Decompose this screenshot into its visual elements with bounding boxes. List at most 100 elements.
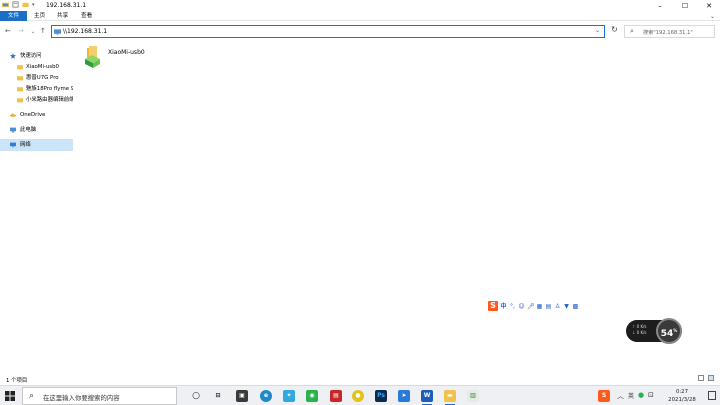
app-icon-green[interactable]: ▥ [467,390,479,402]
usage-gauge: 54% [656,318,682,344]
clock-time: 0:27 [675,389,689,395]
recent-locations-chevron-icon[interactable]: ⌄ [31,29,35,35]
network-speed-widget[interactable]: ↑ 0 K/s ↓ 0 K/s 54% [626,318,682,344]
computer-icon [10,127,16,133]
customize-toolbar-chevron-icon[interactable]: ▾ [32,2,35,8]
item-name: XiaoMi-usb0 [108,49,145,56]
tab-view[interactable]: 查看 [75,11,98,21]
nav-label: 小米路由器编辑前端 [26,97,73,103]
status-bar: 1 个项目 [0,373,720,384]
nav-item-onedrive[interactable]: OneDrive [0,109,73,121]
folder-icon [17,76,23,81]
refresh-icon[interactable]: ↻ [608,25,621,38]
folder-icon [17,87,23,92]
upload-rate: 0 K/s [636,324,647,329]
keyboard-icon[interactable]: ▦ [536,303,543,310]
app-icon-blue[interactable]: ✦ [283,390,295,402]
taskbar-search-box[interactable]: ⌕ 在这里输入你要搜索的内容 [22,387,177,405]
search-box[interactable]: ⌕ 搜索"192.168.31.1" [624,25,715,38]
nav-label: OneDrive [20,112,46,118]
ime-toolbar: S 中 °, ☺ 🎤︎ ▦ ▤ ♙ ▼ ▩ [488,300,579,312]
tab-share[interactable]: 共享 [51,11,74,21]
tray-ime-indicator[interactable]: 英 [628,391,634,400]
network-location-icon [54,29,61,35]
emoji-icon[interactable]: ☺ [518,303,525,310]
file-list: XiaoMi-usb0 [75,41,720,373]
folder-icon [17,65,23,70]
search-icon: ⌕ [29,391,35,401]
up-arrow-icon[interactable]: ↑ [40,27,46,35]
address-path: \\192.168.31.1 [63,28,108,35]
close-button[interactable]: ✕ [697,0,720,11]
store-app-icon[interactable]: ▣ [236,390,248,402]
taskbar: ⌕ 在这里输入你要搜索的内容 ○ ⊟ ▣ e ✦ ◉ ▤ ● Ps ➤ W ▬ … [0,385,720,405]
forward-arrow-icon[interactable]: → [18,27,24,35]
app-icon-arrow[interactable]: ➤ [398,390,410,402]
usage-value: 54 [660,329,674,339]
sogou-tray-icon[interactable]: S [598,390,610,402]
user-icon[interactable]: ♙ [554,303,561,310]
back-arrow-icon[interactable]: ← [5,27,11,35]
photoshop-icon[interactable]: Ps [375,390,387,402]
download-rate: 0 K/s [636,330,647,335]
explorer-icon [2,2,9,8]
taskbar-clock[interactable]: 0:27 2021/3/28 [660,388,704,404]
wechat-icon[interactable]: ◉ [306,390,318,402]
volume-tray-icon[interactable]: ⊡ [648,391,654,399]
cortana-icon[interactable]: ○ [190,390,202,402]
ribbon: 文件 主页 共享 查看 ⌄ [0,11,720,21]
address-field[interactable]: \\192.168.31.1 ⌄ [51,25,605,38]
notification-center-icon[interactable] [708,391,716,400]
minimize-button[interactable]: – [648,0,672,11]
list-item[interactable]: XiaoMi-usb0 [84,46,154,74]
nav-item-this-pc[interactable]: 此电脑 [0,124,73,136]
star-icon [10,53,16,59]
nav-item-xiaomi-router[interactable]: 小米路由器编辑前端 [0,94,73,106]
menu-grid-icon[interactable]: ▩ [572,303,579,310]
title-bar: ▾ 192.168.31.1 – ☐ ✕ [0,0,720,11]
nav-item-network[interactable]: 网络 [0,139,73,151]
file-explorer-icon[interactable]: ▬ [444,390,456,405]
new-folder-icon[interactable] [22,1,29,8]
clock-date: 2021/3/28 [668,397,696,403]
item-count: 1 个项目 [6,378,28,384]
windows-start-icon[interactable] [5,391,15,401]
ribbon-expand-icon[interactable]: ⌄ [710,13,715,20]
quick-access-toolbar: ▾ [2,1,35,8]
ime-mode-toggle[interactable]: 中 [500,303,507,310]
details-view-icon[interactable] [698,375,704,381]
search-placeholder: 搜索"192.168.31.1" [643,30,693,36]
nav-label: 此电脑 [20,127,37,133]
large-icons-view-icon[interactable] [708,375,714,381]
word-icon[interactable]: W [421,390,433,405]
app-icon-red[interactable]: ▤ [330,390,342,402]
navigation-pane: 快速访问 XiaoMi-usb0 惠普U7G Pro 魅族18Pro flyme… [0,45,73,373]
skin-icon[interactable]: ▼ [563,303,570,310]
wechat-tray-icon[interactable]: ● [638,391,644,399]
nav-label: 网络 [20,142,31,148]
search-icon: ⌕ [630,27,634,35]
cloud-icon [10,113,16,117]
sogou-logo-icon[interactable]: S [488,301,498,311]
task-view-icon[interactable]: ⊟ [212,390,224,402]
tab-file[interactable]: 文件 [0,11,27,21]
edge-browser-icon[interactable]: e [260,390,272,402]
tab-home[interactable]: 主页 [28,11,51,21]
tray-expand-chevron-icon[interactable]: ︿ [617,391,624,401]
speed-rates: ↑ 0 K/s ↓ 0 K/s [632,324,647,335]
shared-folder-icon [85,46,100,68]
punctuation-icon[interactable]: °, [509,303,516,310]
folder-icon [17,98,23,103]
network-icon [10,142,16,148]
view-switcher [698,375,714,381]
microphone-icon[interactable]: 🎤︎ [527,303,535,310]
app-icon-yellow[interactable]: ● [352,390,364,402]
window-title: 192.168.31.1 [46,2,87,9]
address-history-chevron-icon[interactable]: ⌄ [595,27,600,34]
usage-unit: % [673,328,678,333]
taskbar-search-placeholder: 在这里输入你要搜索的内容 [43,394,120,402]
address-row: ← → ⌄ ↑ \\192.168.31.1 ⌄ ↻ ⌕ 搜索"192.168.… [0,22,720,40]
toolbox-icon[interactable]: ▤ [545,303,552,310]
maximize-button[interactable]: ☐ [673,0,697,11]
properties-icon[interactable] [12,1,19,8]
